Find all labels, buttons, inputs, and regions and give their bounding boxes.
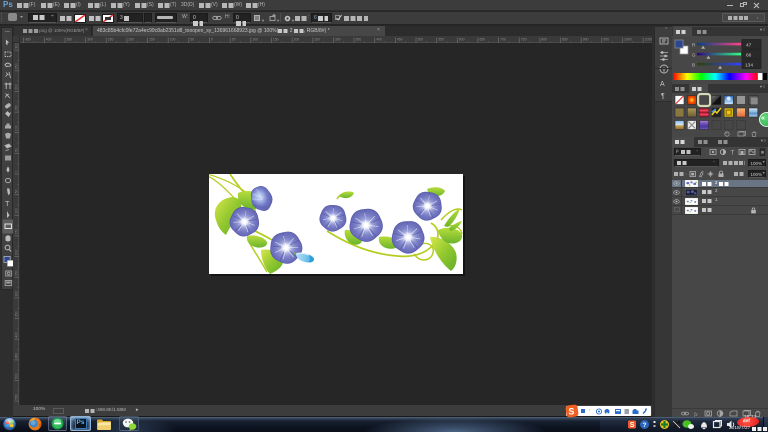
svg-text:450: 450 [15, 353, 19, 359]
svg-text:1000: 1000 [624, 38, 632, 42]
svg-text:500: 500 [15, 373, 19, 379]
svg-text:300: 300 [87, 38, 93, 42]
svg-text:450: 450 [25, 38, 31, 42]
svg-text:350: 350 [67, 38, 73, 42]
svg-text:350: 350 [356, 38, 362, 42]
svg-text:200: 200 [15, 84, 19, 90]
svg-text:¶: ¶ [661, 93, 665, 100]
svg-text:100: 100 [15, 125, 19, 131]
svg-text:700: 700 [500, 38, 506, 42]
svg-text:?: ? [643, 422, 647, 429]
svg-text:600: 600 [459, 38, 465, 42]
svg-text:S: S [630, 422, 635, 429]
svg-text:300: 300 [335, 38, 341, 42]
svg-text:1050: 1050 [645, 38, 652, 42]
svg-text:400: 400 [376, 38, 382, 42]
svg-text:R: R [692, 43, 696, 48]
svg-text:T: T [731, 150, 735, 157]
svg-text:50: 50 [15, 189, 19, 193]
svg-text:B: B [692, 63, 695, 68]
svg-text:400: 400 [46, 38, 52, 42]
svg-text:T: T [5, 199, 10, 208]
svg-text:500: 500 [418, 38, 424, 42]
svg-text:450: 450 [397, 38, 403, 42]
svg-text:fx: fx [694, 413, 698, 417]
svg-text:50: 50 [190, 38, 194, 42]
svg-text:100: 100 [252, 38, 258, 42]
svg-text:200: 200 [15, 249, 19, 255]
svg-text:550: 550 [15, 394, 19, 400]
svg-text:300: 300 [15, 43, 19, 49]
svg-text:200: 200 [294, 38, 300, 42]
svg-text:950: 950 [603, 38, 609, 42]
svg-text:150: 150 [15, 105, 19, 111]
svg-text:750: 750 [521, 38, 527, 42]
svg-text:0: 0 [15, 171, 19, 173]
svg-text:300: 300 [15, 291, 19, 297]
svg-text:G: G [692, 53, 696, 58]
svg-text:150: 150 [273, 38, 279, 42]
svg-text:250: 250 [314, 38, 320, 42]
svg-text:250: 250 [15, 270, 19, 276]
svg-text:66: 66 [746, 52, 752, 58]
svg-text:650: 650 [479, 38, 485, 42]
svg-text:50: 50 [232, 38, 236, 42]
svg-text:850: 850 [562, 38, 568, 42]
svg-text:134: 134 [745, 62, 753, 68]
svg-text:100: 100 [15, 208, 19, 214]
svg-text:50: 50 [15, 148, 19, 152]
svg-text:0: 0 [211, 38, 213, 42]
svg-text:400: 400 [15, 332, 19, 338]
svg-text:350: 350 [15, 311, 19, 317]
svg-text:47: 47 [746, 42, 752, 48]
svg-text:800: 800 [541, 38, 547, 42]
svg-text:550: 550 [438, 38, 444, 42]
svg-text:S: S [568, 407, 574, 417]
svg-text:250: 250 [108, 38, 114, 42]
svg-text:150: 150 [15, 229, 19, 235]
svg-text:250: 250 [15, 63, 19, 69]
svg-text:A: A [660, 81, 665, 88]
svg-text:100: 100 [170, 38, 176, 42]
svg-text:900: 900 [583, 38, 589, 42]
svg-text:150: 150 [149, 38, 155, 42]
svg-text:200: 200 [128, 38, 134, 42]
